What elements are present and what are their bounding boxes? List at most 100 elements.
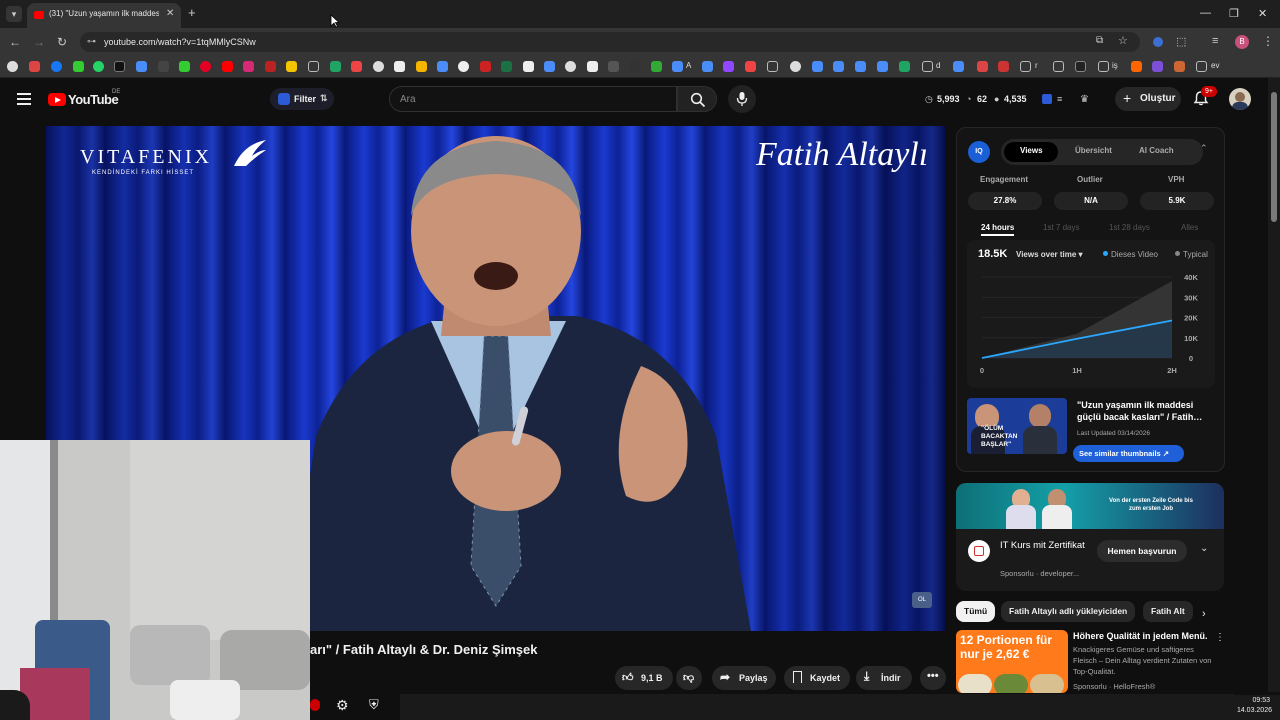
bookmark-label[interactable]: iş	[1112, 61, 1118, 70]
bookmark-icon[interactable]	[977, 61, 988, 72]
range-7d[interactable]: 1st 7 days	[1043, 223, 1079, 232]
bookmark-icon[interactable]	[608, 61, 619, 72]
reload-icon[interactable]: ↻	[57, 35, 67, 49]
docs-bookmark-icon[interactable]	[833, 61, 844, 72]
bookmark-icon[interactable]	[480, 61, 491, 72]
gmail-bookmark-icon[interactable]	[29, 61, 40, 72]
bookmark-label[interactable]: r	[1035, 61, 1038, 70]
bookmark-icon[interactable]	[416, 61, 427, 72]
list-icon[interactable]: ≡	[1057, 94, 1062, 104]
maps-bookmark-icon[interactable]	[523, 61, 534, 72]
youtube-bookmark-icon[interactable]	[222, 61, 233, 72]
bookmark-icon[interactable]	[745, 61, 756, 72]
translate-bookmark-icon[interactable]	[136, 61, 147, 72]
docs-bookmark-icon[interactable]	[672, 61, 683, 72]
folder-icon[interactable]	[1053, 61, 1064, 72]
range-24h[interactable]: 24 hours	[981, 223, 1015, 236]
wikipedia-bookmark-icon[interactable]	[394, 61, 405, 72]
forward-arrow-icon[interactable]: →	[33, 35, 45, 49]
bookmark-icon[interactable]	[351, 61, 362, 72]
bookmark-icon[interactable]	[1131, 61, 1142, 72]
media-controls-icon[interactable]: ≡	[1212, 35, 1218, 47]
scrollbar-thumb[interactable]	[1271, 92, 1277, 222]
search-button[interactable]	[677, 86, 717, 112]
tab-overview[interactable]: Übersicht	[1075, 146, 1112, 155]
facebook-bookmark-icon[interactable]	[51, 61, 62, 72]
bookmark-icon[interactable]	[286, 61, 297, 72]
docs-bookmark-icon[interactable]	[855, 61, 866, 72]
google-bookmark-icon[interactable]	[373, 61, 384, 72]
google-bookmark-icon[interactable]	[565, 61, 576, 72]
tab-close-icon[interactable]: ✕	[166, 8, 174, 19]
share-button[interactable]: ➦ Paylaş	[712, 666, 776, 690]
bookmark-icon[interactable]	[437, 61, 448, 72]
range-all[interactable]: Alles	[1181, 223, 1198, 232]
x-bookmark-icon[interactable]	[114, 61, 125, 72]
bookmark-label[interactable]: A	[686, 61, 691, 70]
see-similar-thumbnails-button[interactable]: See similar thumbnails ↗	[1073, 445, 1184, 462]
docs-bookmark-icon[interactable]	[877, 61, 888, 72]
bookmark-icon[interactable]	[265, 61, 276, 72]
bookmark-icon[interactable]	[544, 61, 555, 72]
bookmark-label[interactable]: ev	[1211, 61, 1219, 70]
tab-search-button[interactable]: ▾	[6, 6, 22, 22]
bookmark-star-icon[interactable]: ☆	[1118, 34, 1128, 47]
chevron-down-icon[interactable]: ⌄	[1200, 543, 1208, 554]
range-28d[interactable]: 1st 28 days	[1109, 223, 1150, 232]
more-options-icon[interactable]: ⋮	[1215, 632, 1225, 643]
bookmark-icon[interactable]	[629, 61, 640, 72]
youtube-logo-icon[interactable]	[48, 93, 66, 106]
video-thumbnail[interactable]: "ÖLÜM BACAKTAN BAŞLAR"	[967, 398, 1067, 454]
vidiq-icon[interactable]	[1042, 94, 1052, 104]
tab-views[interactable]: Views	[1020, 146, 1043, 155]
window-close-button[interactable]: ✕	[1258, 7, 1267, 20]
new-tab-button[interactable]: +	[188, 6, 196, 20]
install-app-icon[interactable]: ⧉	[1096, 35, 1103, 46]
chip-related[interactable]: Fatih Alt	[1143, 601, 1193, 622]
search-input[interactable]: Ara	[389, 86, 677, 112]
bookmark-icon[interactable]	[1075, 61, 1086, 72]
page-scrollbar[interactable]	[1268, 78, 1280, 692]
vidiq-extension-icon[interactable]	[1153, 37, 1163, 47]
back-arrow-icon[interactable]: ←	[9, 35, 21, 49]
bookmark-icon[interactable]	[812, 61, 823, 72]
bookmark-icon[interactable]	[587, 61, 598, 72]
youtube-logo-text[interactable]: YouTube	[68, 92, 119, 107]
browser-tab-active[interactable]: (31) "Uzun yaşamın ilk maddes ✕	[27, 3, 181, 28]
create-button[interactable]: + Oluştur	[1115, 87, 1181, 111]
bookmark-icon[interactable]	[651, 61, 662, 72]
sponsored-ad-card[interactable]: Von der ersten Zeile Code bis zum ersten…	[956, 483, 1224, 591]
instagram-bookmark-icon[interactable]	[243, 61, 254, 72]
bookmark-label[interactable]: d	[936, 61, 940, 70]
extensions-icon[interactable]: ⬚	[1176, 35, 1186, 48]
collapse-chevron-icon[interactable]: ⌃	[1200, 143, 1208, 154]
bookmark-icon[interactable]	[1174, 61, 1185, 72]
address-bar[interactable]: ⊶ youtube.com/watch?v=1tqMMlyCSNw ⧉ ☆	[80, 32, 1140, 52]
download-button[interactable]: ⤓ İndir	[856, 666, 912, 690]
more-actions-button[interactable]: •••	[920, 666, 946, 690]
site-info-icon[interactable]: ⊶	[87, 36, 96, 47]
folder-icon[interactable]	[1098, 61, 1109, 72]
save-button[interactable]: Kaydet	[784, 666, 850, 690]
twitch-bookmark-icon[interactable]	[723, 61, 734, 72]
chip-all[interactable]: Tümü	[956, 601, 996, 622]
sheets-bookmark-icon[interactable]	[501, 61, 512, 72]
browser-menu-icon[interactable]: ⋮	[1262, 34, 1274, 48]
recommendation-title[interactable]: Höhere Qualität in jedem Menü.	[1073, 631, 1211, 641]
bookmark-icon[interactable]	[899, 61, 910, 72]
taskbar-clock[interactable]: 09:53 14.03.2026	[1234, 695, 1280, 720]
pinterest-bookmark-icon[interactable]	[200, 61, 211, 72]
minimize-button[interactable]: —	[1200, 7, 1211, 19]
bookmark-icon[interactable]	[953, 61, 964, 72]
apply-now-button[interactable]: Hemen başvurun	[1097, 540, 1187, 562]
folder-icon[interactable]	[1020, 61, 1031, 72]
link-bookmark-icon[interactable]	[158, 61, 169, 72]
bookmark-icon[interactable]	[790, 61, 801, 72]
folder-icon[interactable]	[922, 61, 933, 72]
settings-gear-icon[interactable]: ⚙	[336, 697, 349, 714]
trophy-icon[interactable]: ♛	[1080, 94, 1089, 105]
chevron-right-icon[interactable]: ›	[1202, 608, 1206, 620]
folder-icon[interactable]	[1196, 61, 1207, 72]
info-bookmark-icon[interactable]	[458, 61, 469, 72]
shield-icon[interactable]: ⛨	[369, 697, 379, 713]
